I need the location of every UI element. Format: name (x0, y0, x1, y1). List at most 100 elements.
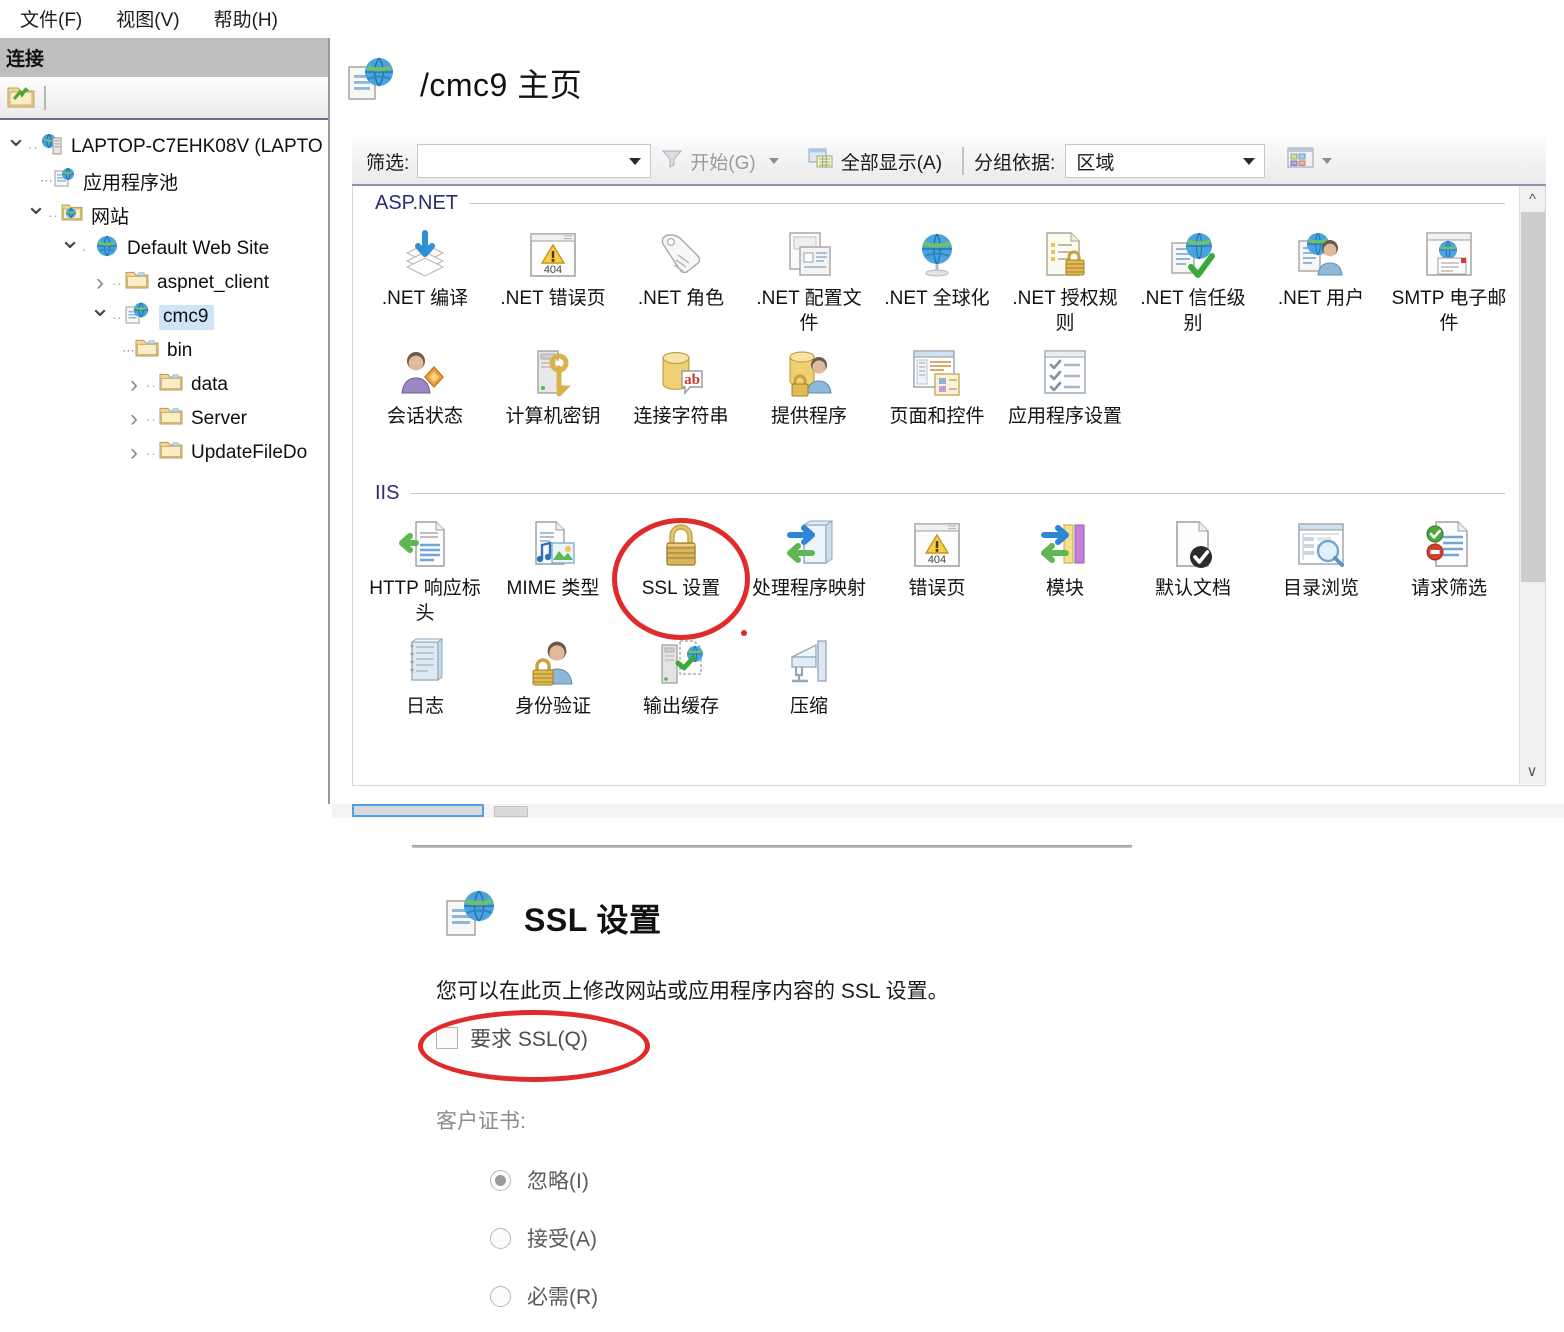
radio-ignore[interactable] (490, 1169, 511, 1191)
feature-item-net-error-pages[interactable]: 404 .NET 错误页 (489, 220, 617, 338)
group-by-label: 分组依据: (974, 152, 1056, 174)
feature-item-pages-and-controls[interactable]: 页面和控件 (873, 338, 1001, 456)
feature-item-application-settings[interactable]: 应用程序设置 (1001, 338, 1129, 456)
group-header-aspnet[interactable]: ASP.NET ^ (353, 186, 1545, 220)
feature-item-providers[interactable]: 提供程序 (745, 338, 873, 456)
require-ssl-row[interactable]: 要求 SSL(Q) (436, 1023, 588, 1053)
feature-item-compression[interactable]: 压缩 (745, 628, 873, 746)
chevron-down-icon[interactable] (768, 158, 779, 164)
tree-line: · (82, 241, 88, 257)
filter-label: 筛选: (366, 152, 410, 174)
tree-line: ·· (48, 207, 59, 223)
tree-item-updatefile[interactable]: ·· UpdateFileDo (0, 436, 328, 470)
modules-icon (1038, 514, 1092, 576)
go-button[interactable]: 开始(G) (651, 148, 797, 175)
tree-item-label: LAPTOP-C7EHK08V (LAPTO (71, 136, 323, 157)
svg-text:404: 404 (544, 264, 562, 276)
content-view-tab[interactable] (494, 806, 528, 817)
feature-item-label: 输出缓存 (642, 696, 719, 717)
application-settings-icon (1038, 342, 1092, 404)
feature-item-request-filtering[interactable]: 请求筛选 (1385, 510, 1513, 628)
chevron-down-icon[interactable] (88, 308, 112, 326)
client-cert-option-accept[interactable]: 接受(A) (490, 1223, 597, 1253)
tree-item-aspnet-client[interactable]: ·· aspnet_client (0, 266, 328, 300)
group-by-select[interactable]: 区域 (1065, 144, 1266, 178)
feature-item-machine-key[interactable]: 计算机密钥 (489, 338, 617, 456)
connect-to-folder-icon[interactable] (6, 82, 36, 115)
app-pools-icon (52, 166, 76, 196)
connections-tree[interactable]: ·· LAPTOP-C7EHK08V (LAPTO ⋯ (0, 120, 328, 470)
feature-item-session-state[interactable]: 会话状态 (361, 338, 489, 456)
feature-item-http-response-headers[interactable]: HTTP 响应标头 (361, 510, 489, 628)
feature-item-error-pages[interactable]: 404 错误页 (873, 510, 1001, 628)
scroll-down-icon[interactable]: ∨ (1520, 758, 1544, 784)
feature-item-output-caching[interactable]: 输出缓存 (617, 628, 745, 746)
feature-area-scrollbar[interactable]: ^ ∨ (1519, 186, 1545, 784)
tree-item-server-folder[interactable]: ·· Server (0, 402, 328, 436)
chevron-down-icon[interactable] (4, 138, 28, 156)
chevron-down-icon[interactable] (629, 157, 642, 165)
ssl-settings-padlock-icon (654, 514, 708, 576)
require-ssl-label: 要求 SSL(Q) (470, 1028, 588, 1051)
feature-item-net-profile[interactable]: .NET 配置文件 (745, 220, 873, 338)
show-all-button[interactable]: 全部显示(A) (798, 147, 952, 175)
feature-item-modules[interactable]: 模块 (1001, 510, 1129, 628)
chevron-right-icon[interactable] (122, 405, 146, 433)
features-view-tab[interactable] (352, 804, 484, 817)
require-ssl-checkbox[interactable] (436, 1027, 458, 1049)
directory-browsing-icon (1294, 514, 1348, 576)
feature-item-net-authorization-rules[interactable]: .NET 授权规则 (1001, 220, 1129, 338)
scroll-up-icon[interactable]: ^ (1520, 186, 1545, 212)
feature-item-net-trust-levels[interactable]: .NET 信任级别 (1129, 220, 1257, 338)
chevron-down-icon[interactable] (1243, 157, 1256, 165)
radio-accept[interactable] (490, 1227, 511, 1249)
tree-item-label: 网站 (91, 206, 130, 228)
chevron-right-icon[interactable] (122, 439, 146, 467)
authentication-icon (526, 632, 580, 694)
feature-item-default-document[interactable]: 默认文档 (1129, 510, 1257, 628)
feature-item-net-roles[interactable]: .NET 角色 (617, 220, 745, 338)
feature-item-smtp-email[interactable]: SMTP 电子邮件 (1385, 220, 1513, 338)
tree-line: ·· (146, 411, 157, 427)
feature-item-directory-browsing[interactable]: 目录浏览 (1257, 510, 1385, 628)
tree-item-app-pools[interactable]: ⋯ 应用程序池 (0, 164, 328, 198)
tree-item-sites[interactable]: ·· 网站 (0, 198, 328, 232)
view-mode-button[interactable] (1277, 146, 1351, 176)
application-icon (124, 301, 152, 333)
radio-require[interactable] (490, 1285, 511, 1307)
menu-item-help[interactable]: 帮助(H) (200, 5, 292, 32)
chevron-down-icon[interactable] (58, 240, 82, 258)
feature-item-net-users[interactable]: .NET 用户 (1257, 220, 1385, 338)
http-response-headers-icon (398, 514, 452, 576)
tree-item-bin[interactable]: ⋯⋯ bin (0, 334, 328, 368)
feature-item-connection-strings[interactable]: ab 连接字符串 (617, 338, 745, 456)
feature-item-label: 错误页 (908, 578, 966, 599)
chevron-down-icon[interactable] (24, 206, 48, 224)
feature-item-ssl-settings[interactable]: SSL 设置 (617, 510, 745, 628)
feature-item-authentication[interactable]: 身份验证 (489, 628, 617, 746)
tree-item-data[interactable]: ·· data (0, 368, 328, 402)
feature-item-logging[interactable]: 日志 (361, 628, 489, 746)
tree-item-cmc9[interactable]: ·· cmc9 (0, 300, 328, 334)
feature-item-label: .NET 授权规则 (1012, 288, 1118, 334)
chevron-right-icon[interactable] (122, 371, 146, 399)
feature-item-label: 默认文档 (1154, 578, 1231, 599)
application-icon (346, 54, 400, 111)
filter-input[interactable] (417, 144, 652, 178)
feature-item-handler-mappings[interactable]: 处理程序映射 (745, 510, 873, 628)
tree-item-default-web-site[interactable]: · Default Web Site (0, 232, 328, 266)
feature-item-net-globalization[interactable]: .NET 全球化 (873, 220, 1001, 338)
scrollbar-thumb[interactable] (1521, 212, 1545, 582)
group-header-iis[interactable]: IIS ^ (353, 476, 1545, 510)
feature-item-net-compilation[interactable]: .NET 编译 (361, 220, 489, 338)
machine-key-icon (526, 342, 580, 404)
client-cert-option-require[interactable]: 必需(R) (490, 1281, 598, 1311)
menu-item-file[interactable]: 文件(F) (6, 5, 96, 32)
tree-item-label: bin (167, 340, 193, 361)
chevron-down-icon[interactable] (1322, 158, 1333, 164)
feature-item-mime-types[interactable]: MIME 类型 (489, 510, 617, 628)
tree-item-server[interactable]: ·· LAPTOP-C7EHK08V (LAPTO (0, 130, 328, 164)
client-cert-option-ignore[interactable]: 忽略(I) (490, 1165, 589, 1195)
menu-item-view[interactable]: 视图(V) (102, 5, 193, 32)
folder-icon (158, 439, 184, 467)
